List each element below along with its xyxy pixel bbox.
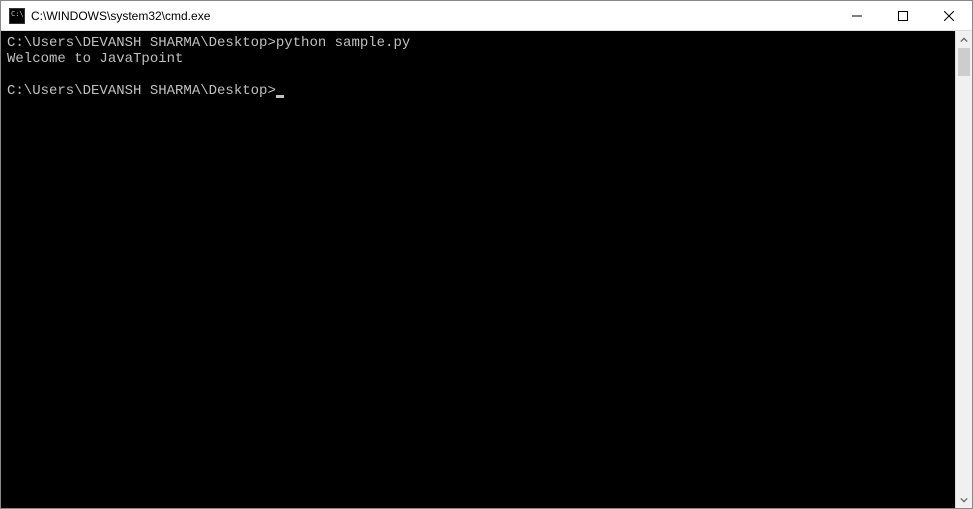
minimize-button[interactable]: [834, 1, 880, 30]
terminal-line: C:\Users\DEVANSH SHARMA\Desktop>python s…: [7, 35, 949, 51]
titlebar[interactable]: C:\WINDOWS\system32\cmd.exe: [1, 1, 972, 31]
maximize-button[interactable]: [880, 1, 926, 30]
console-area: C:\Users\DEVANSH SHARMA\Desktop>python s…: [1, 31, 972, 508]
scroll-track[interactable]: [956, 48, 972, 491]
cmd-window: C:\WINDOWS\system32\cmd.exe C:\Users\DEV…: [0, 0, 973, 509]
close-icon: [944, 11, 954, 21]
text-cursor: [276, 95, 284, 98]
terminal-line: [7, 67, 949, 83]
window-title: C:\WINDOWS\system32\cmd.exe: [31, 9, 834, 23]
close-button[interactable]: [926, 1, 972, 30]
scroll-up-button[interactable]: [956, 31, 972, 48]
maximize-icon: [898, 11, 908, 21]
cmd-icon: [9, 8, 25, 24]
vertical-scrollbar[interactable]: [955, 31, 972, 508]
chevron-up-icon: [960, 36, 968, 44]
chevron-down-icon: [960, 496, 968, 504]
terminal-line: C:\Users\DEVANSH SHARMA\Desktop>: [7, 83, 949, 99]
window-controls: [834, 1, 972, 30]
terminal-line: Welcome to JavaTpoint: [7, 51, 949, 67]
terminal-output[interactable]: C:\Users\DEVANSH SHARMA\Desktop>python s…: [1, 31, 955, 508]
scroll-down-button[interactable]: [956, 491, 972, 508]
minimize-icon: [852, 11, 862, 21]
scroll-thumb[interactable]: [958, 48, 970, 76]
